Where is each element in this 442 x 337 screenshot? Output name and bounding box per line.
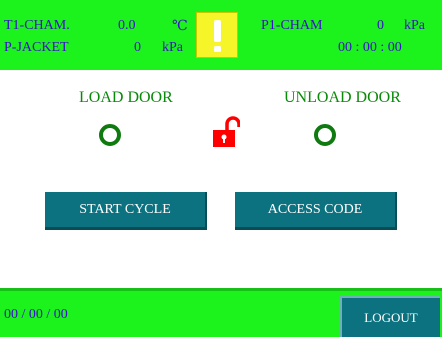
p1-chamber-value: 0 bbox=[377, 18, 384, 33]
footer-divider bbox=[0, 288, 442, 291]
logout-button[interactable]: LOGOUT bbox=[340, 296, 440, 337]
p-jacket-label: P-JACKET bbox=[4, 40, 69, 55]
start-cycle-button[interactable]: START CYCLE bbox=[45, 192, 207, 230]
t1-chamber-unit: ℃ bbox=[172, 19, 188, 34]
p-jacket-value: 0 bbox=[134, 40, 141, 55]
t1-chamber-label: T1-CHAM. bbox=[4, 18, 70, 33]
p1-chamber-unit: kPa bbox=[404, 18, 425, 33]
p1-chamber-label: P1-CHAM bbox=[261, 18, 323, 33]
exclamation-icon bbox=[214, 20, 221, 52]
t1-chamber-value: 0.0 bbox=[118, 18, 136, 33]
load-door-label: LOAD DOOR bbox=[79, 89, 173, 106]
date-display: 00 / 00 / 00 bbox=[4, 307, 68, 322]
unlocked-padlock-icon bbox=[213, 116, 240, 147]
unload-door-label: UNLOAD DOOR bbox=[284, 89, 401, 106]
p-jacket-unit: kPa bbox=[162, 40, 183, 55]
access-code-button[interactable]: ACCESS CODE bbox=[235, 192, 397, 230]
unload-door-status-indicator bbox=[314, 124, 336, 146]
warning-indicator[interactable] bbox=[196, 12, 238, 58]
load-door-status-indicator bbox=[99, 124, 121, 146]
cycle-timer: 00 : 00 : 00 bbox=[338, 40, 402, 55]
